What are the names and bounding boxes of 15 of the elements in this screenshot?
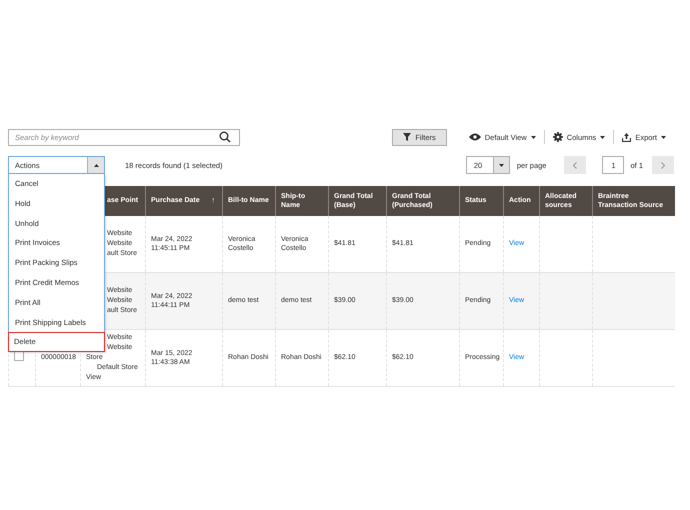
previous-page-button[interactable] [564, 156, 586, 174]
export-icon [622, 132, 632, 142]
search-icon [219, 131, 231, 143]
chevron-left-icon [573, 162, 578, 168]
eye-icon [468, 133, 481, 141]
filter-icon [403, 133, 412, 141]
chevron-right-icon [661, 162, 665, 168]
row-checkbox[interactable] [14, 351, 24, 362]
caret-icon [600, 136, 606, 138]
next-page-button[interactable] [652, 156, 674, 174]
caret-icon [498, 164, 504, 166]
caret-icon [94, 164, 98, 166]
caret-icon [530, 136, 536, 138]
gear-icon [552, 132, 563, 142]
caret-icon [661, 136, 666, 138]
